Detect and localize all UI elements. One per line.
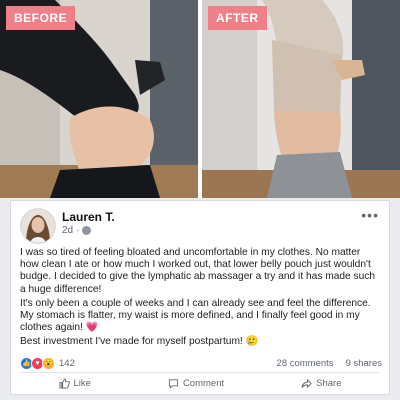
post-text: I was so tired of feeling bloated and un… — [20, 247, 380, 351]
after-photo[interactable]: AFTER — [202, 0, 400, 198]
like-button[interactable]: Like — [58, 375, 91, 391]
comment-icon — [168, 378, 179, 389]
post-stats: 28 comments 9 shares — [277, 358, 382, 369]
share-icon — [301, 378, 312, 388]
divider — [20, 372, 380, 373]
post-meta: 2d · — [62, 225, 92, 236]
before-after-photos: BEFORE AFTER — [0, 0, 400, 198]
reaction-count[interactable]: 142 — [59, 358, 75, 369]
comment-button[interactable]: Comment — [168, 375, 224, 391]
post-time[interactable]: 2d — [62, 225, 73, 236]
avatar[interactable] — [20, 208, 56, 244]
shares-count[interactable]: 9 shares — [346, 358, 382, 369]
more-options-icon[interactable]: ••• — [361, 207, 379, 223]
globe-icon — [82, 226, 92, 235]
post-paragraph: Best investment I've made for myself pos… — [20, 336, 259, 348]
before-photo[interactable]: BEFORE — [0, 0, 198, 198]
reactions-bar: 👍 ♥ 😮 142 28 comments 9 shares — [20, 356, 382, 370]
post-paragraph: It's only been a couple of weeks and I c… — [20, 297, 371, 334]
share-label: Share — [316, 377, 342, 389]
share-button[interactable]: Share — [301, 375, 341, 391]
comment-label: Comment — [182, 377, 225, 389]
comments-count[interactable]: 28 comments — [277, 358, 334, 369]
post-card: Lauren T. 2d · ••• I was so tired of fee… — [10, 200, 390, 395]
after-label: AFTER — [208, 6, 267, 30]
post-actions: Like Comment Share — [20, 375, 380, 391]
meta-separator: · — [76, 225, 80, 236]
before-label: BEFORE — [6, 6, 76, 30]
post-paragraph: I was so tired of feeling bloated and un… — [20, 247, 376, 295]
like-label: Like — [73, 377, 91, 389]
wow-reaction-icon[interactable]: 😮 — [42, 356, 55, 370]
avatar-image — [21, 209, 55, 243]
like-icon — [58, 377, 70, 389]
author-name[interactable]: Lauren T. — [62, 210, 115, 224]
